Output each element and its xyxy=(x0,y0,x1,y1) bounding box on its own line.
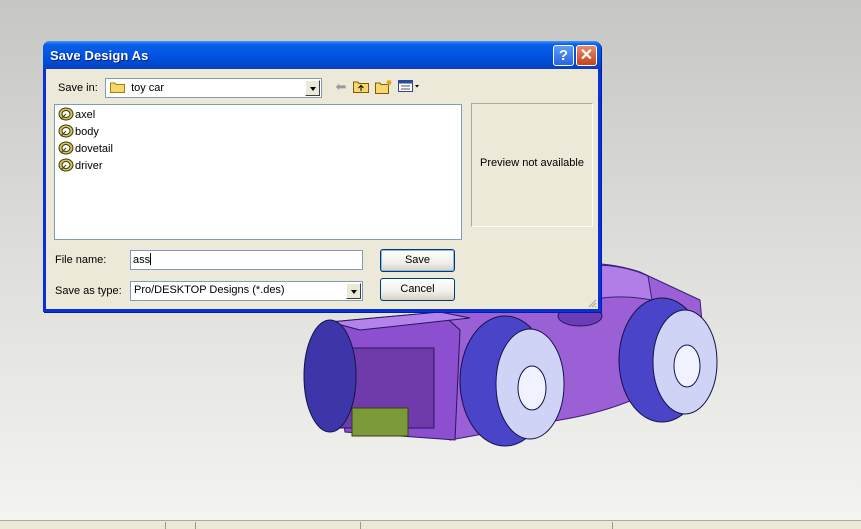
help-button[interactable]: ? xyxy=(553,45,574,66)
cancel-button[interactable]: Cancel xyxy=(380,278,455,301)
view-menu-icon[interactable] xyxy=(398,79,422,95)
close-button[interactable]: ✕ xyxy=(576,45,597,66)
list-item[interactable]: body xyxy=(58,124,99,140)
design-file-icon xyxy=(58,124,74,138)
save-as-type-label: Save as type: xyxy=(55,285,122,297)
list-item[interactable]: dovetail xyxy=(58,141,113,157)
up-folder-icon[interactable] xyxy=(352,79,370,95)
file-name-value: ass xyxy=(133,254,151,266)
save-design-as-dialog: Save Design As ? ✕ Save in: toy car ⬅ ax… xyxy=(43,41,601,312)
text-caret xyxy=(150,253,152,265)
chevron-down-icon[interactable] xyxy=(346,283,361,299)
wheel-rear-left xyxy=(303,319,357,433)
save-button[interactable]: Save xyxy=(380,249,455,272)
back-arrow-icon[interactable]: ⬅ xyxy=(332,79,350,95)
list-item[interactable]: driver xyxy=(58,158,103,174)
wheel-middle-center xyxy=(517,365,547,411)
save-as-type-value: Pro/DESKTOP Designs (*.des) xyxy=(134,284,285,296)
save-in-dropdown[interactable]: toy car xyxy=(105,78,322,98)
save-as-type-dropdown[interactable]: Pro/DESKTOP Designs (*.des) xyxy=(130,281,363,301)
save-in-value: toy car xyxy=(131,82,165,94)
file-list[interactable]: axel body dovetail driver xyxy=(54,104,462,240)
design-file-icon xyxy=(58,107,74,121)
chevron-down-icon[interactable] xyxy=(305,80,320,96)
new-folder-icon[interactable] xyxy=(375,79,393,95)
list-item[interactable]: axel xyxy=(58,107,95,123)
dialog-title-bar[interactable]: Save Design As ? ✕ xyxy=(43,41,601,69)
folder-icon xyxy=(110,82,125,93)
file-name-label: File name: xyxy=(55,254,107,266)
design-file-icon xyxy=(58,141,74,155)
file-name-field[interactable]: ass xyxy=(130,250,363,270)
design-file-icon xyxy=(58,158,74,172)
preview-pane: Preview not available xyxy=(471,103,593,227)
wheel-front-center xyxy=(673,344,701,388)
preview-text: Preview not available xyxy=(480,157,584,169)
resize-grip-icon[interactable] xyxy=(587,298,597,308)
save-in-label: Save in: xyxy=(58,82,98,94)
dialog-title: Save Design As xyxy=(50,48,149,63)
car-dovetail xyxy=(351,407,409,437)
